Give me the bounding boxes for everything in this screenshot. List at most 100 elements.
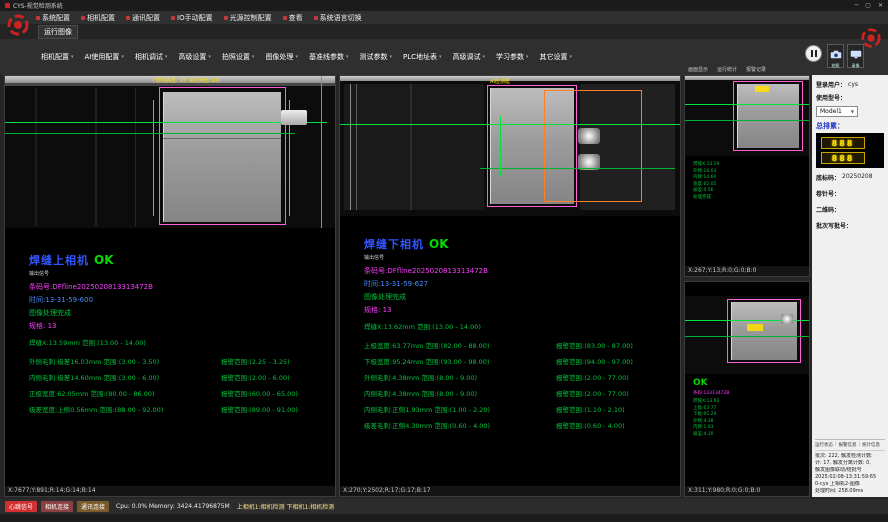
toolbar-tab-3[interactable]: 高级设置	[175, 49, 214, 65]
toolbar-tab-5[interactable]: 图像处理	[262, 49, 301, 65]
view-tab-row: 运行图像	[0, 24, 888, 39]
left-measure-rows: 外侧毛刺:级差16.03mm 范围:(3.00 - 3.50)报警范围:(2.2…	[29, 356, 331, 414]
minimize-button[interactable]: ─	[855, 2, 859, 9]
measure-row: 外侧毛刺:4.38mm 范围:(8.00 - 9.00)报警范围:(2.00 -…	[364, 372, 676, 382]
measure-row: 上极宽度:63.77mm 范围:(82.00 - 88.00)报警范围:(83.…	[364, 340, 676, 350]
image-detail	[35, 88, 37, 226]
center-camera-panel: AI检测框 焊缝下相机 OK 输出信号 条码号:DFfline202502081…	[339, 75, 681, 497]
menu-item-1[interactable]: 相机配置	[81, 13, 115, 23]
toolbar-tab-11[interactable]: 其它设置	[537, 49, 576, 65]
connector-part	[281, 110, 307, 125]
total-count-label: 总排累：	[816, 121, 884, 131]
status-badge-0: 心跳信号	[5, 501, 37, 512]
small-bottom-ok: OK	[685, 374, 809, 388]
measure-line-green	[685, 120, 809, 121]
left-camera-panel: 下部测高度: 93; 相应阈值:100 焊缝上相机 OK 输出信号 条码号:DF…	[4, 75, 336, 497]
maximize-button[interactable]: ▢	[865, 2, 871, 9]
info-field-2: 二维码：	[816, 205, 884, 214]
info-bottom-tab-1[interactable]: 报警信息	[839, 442, 857, 448]
menu-item-0[interactable]: 系统配置	[36, 13, 70, 23]
menu-item-2[interactable]: 通讯配置	[126, 13, 160, 23]
pause-bar-icon	[811, 50, 813, 57]
center-result-ok: OK	[429, 237, 449, 251]
measure-row: 下极宽度:95.24mm 范围:(93.00 - 98.00)报警范围:(94.…	[364, 356, 676, 366]
pause-button[interactable]	[805, 45, 822, 62]
info-bottom-tab-2[interactable]: 统计信息	[862, 442, 880, 448]
menu-item-3[interactable]: IO手动配置	[171, 13, 213, 23]
menu-item-4[interactable]: 光源控制配置	[224, 13, 272, 23]
info-panel: 登录用户： cys 使用型号： Model1 ▼ 总排累： 888 888 底标…	[812, 75, 888, 497]
weld-bright-spot	[781, 314, 793, 324]
measure-line-green	[5, 133, 295, 134]
small-header-item-0[interactable]: 画面显示	[688, 66, 708, 73]
app-logo-icon	[6, 13, 30, 37]
toolbar-tab-0[interactable]: 相机配置	[38, 49, 77, 65]
toolbar-tab-1[interactable]: AI使用配置	[82, 49, 127, 65]
toolbar-tab-2[interactable]: 相机调试	[132, 49, 171, 65]
center-status-text: 图像处理完成	[364, 292, 676, 302]
status-badge-1: 相机连接	[41, 501, 73, 512]
info-field-1: 卷针号：	[816, 189, 884, 198]
measure-row: 外侧毛刺:级差16.03mm 范围:(3.00 - 3.50)报警范围:(2.2…	[29, 356, 331, 366]
close-button[interactable]: ✕	[878, 2, 883, 9]
toolbar-tab-9[interactable]: 高级调试	[450, 49, 489, 65]
login-user-value: cys	[848, 81, 858, 88]
menu-item-6[interactable]: 系统语言切换	[314, 13, 362, 23]
center-result-block: 焊缝下相机 OK 输出信号 条码号:DFfline202502081331347…	[340, 216, 680, 430]
small-bottom-image[interactable]	[685, 296, 809, 374]
center-measure-rows: 上极宽度:63.77mm 范围:(82.00 - 88.00)报警范围:(83.…	[364, 340, 676, 430]
small-camera-panel-bottom: OK 条码:13313472B 焊缝X:13.62上极:63.77下极:95.2…	[684, 281, 810, 497]
left-spec-text: 规格: 13	[29, 321, 331, 331]
small-header-item-2[interactable]: 报警记录	[746, 66, 766, 73]
info-fields: 底标码：20250208卷针号：二维码：批次写批号：	[816, 173, 884, 230]
height-annotation: 下部测高度: 93; 相应阈值:100	[151, 77, 220, 84]
toolbar-tab-10[interactable]: 学习参数	[493, 49, 532, 65]
tab-run-image[interactable]: 运行图像	[38, 25, 78, 39]
image-detail	[410, 84, 412, 210]
small-bottom-barcode: 条码:13313472B	[685, 388, 809, 396]
camera-status-text: 上相机1:相机检测 下相机1:相机检测	[237, 502, 335, 511]
toolbar-tab-7[interactable]: 测试参数	[356, 49, 395, 65]
toolbar-tab-4[interactable]: 拍照设置	[219, 49, 258, 65]
center-coord-readout: X:270;Y:2502;R:17;G:17;B:17	[340, 486, 680, 496]
camera-icon	[830, 44, 842, 63]
toolbar-tab-8[interactable]: PLC地址表	[400, 49, 445, 65]
left-camera-image[interactable]: 下部测高度: 93; 相应阈值:100	[5, 76, 335, 228]
info-bottom-tab-0[interactable]: 运行状态	[815, 442, 833, 448]
model-label: 使用型号：	[816, 93, 846, 102]
counter-value-1: 888	[821, 137, 865, 149]
model-select[interactable]: Model1 ▼	[816, 106, 858, 117]
small-top-image[interactable]	[685, 76, 809, 156]
small-top-coord-readout: X:267;Y:13;R:0;G:0;B:0	[685, 266, 809, 276]
status-badge-2: 通讯连接	[77, 501, 109, 512]
small-bottom-coord-readout: X:311;Y:980;R:0;G:0;B:0	[685, 486, 809, 496]
roi-rect-magenta	[159, 87, 286, 225]
center-spec-text: 规格: 13	[364, 305, 676, 315]
roi-rect-magenta	[727, 299, 801, 363]
app-icon	[5, 3, 10, 8]
status-bar: 心跳信号相机连接通讯连接 Cpu: 0.0% Memory: 3424.4179…	[0, 499, 888, 514]
capture-button[interactable]: 拍照	[827, 44, 844, 68]
measure-line-green	[5, 122, 327, 123]
toolbar-tabs: 相机配置 AI使用配置相机调试高级设置拍照设置图像处理基准线参数测试参数 PLC地址…	[0, 49, 575, 65]
ai-annotation: AI检测框	[490, 78, 510, 85]
image-top-band	[340, 76, 680, 81]
counter-value-2: 888	[821, 152, 865, 164]
measure-row: 级差毛刺:正侧4.30mm 范围:(0.60 - 4.00)报警范围:(0.60…	[364, 420, 676, 430]
menu-item-5[interactable]: 查看	[283, 13, 303, 23]
measure-row: 内侧毛刺:级差14.60mm 范围:(3.00 - 6.00)报警范围:(2.0…	[29, 372, 331, 382]
left-result-ok: OK	[94, 253, 114, 267]
brand-logo-icon	[860, 27, 884, 51]
overlay-marker-yellow	[747, 324, 763, 331]
measure-line-green	[685, 104, 809, 105]
measure-line-green	[685, 336, 809, 337]
small-header-item-1[interactable]: 运行统计	[717, 66, 737, 73]
measure-line-green	[321, 76, 322, 228]
image-detail	[95, 88, 97, 226]
center-camera-image[interactable]: AI检测框	[340, 76, 680, 216]
window-title: CYS-视觉检测系统	[13, 1, 63, 10]
left-result-block: 焊缝上相机 OK 输出信号 条码号:DFfline202502081331347…	[5, 228, 335, 414]
machine-structure	[344, 84, 484, 210]
toolbar-tab-6[interactable]: 基准线参数	[306, 49, 352, 65]
image-detail	[135, 88, 136, 226]
